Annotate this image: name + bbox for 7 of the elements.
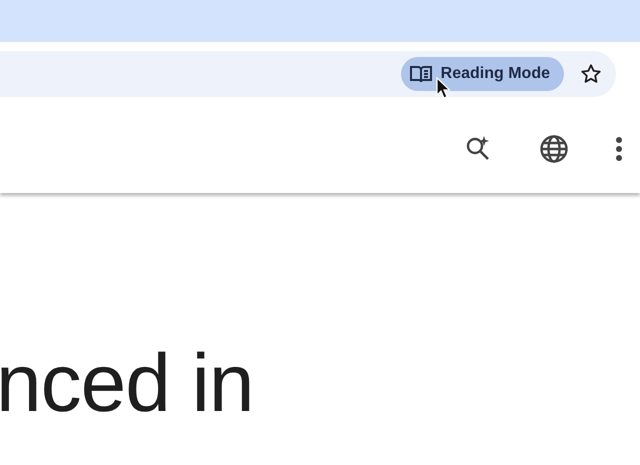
page-heading: nced in — [0, 343, 254, 425]
menu-icon[interactable] — [615, 136, 623, 162]
star-icon[interactable] — [580, 62, 602, 84]
address-bar[interactable]: Reading Mode — [0, 50, 616, 96]
reading-mode-chip[interactable]: Reading Mode — [400, 56, 564, 90]
globe-icon[interactable] — [539, 134, 569, 164]
book-icon — [408, 64, 433, 82]
